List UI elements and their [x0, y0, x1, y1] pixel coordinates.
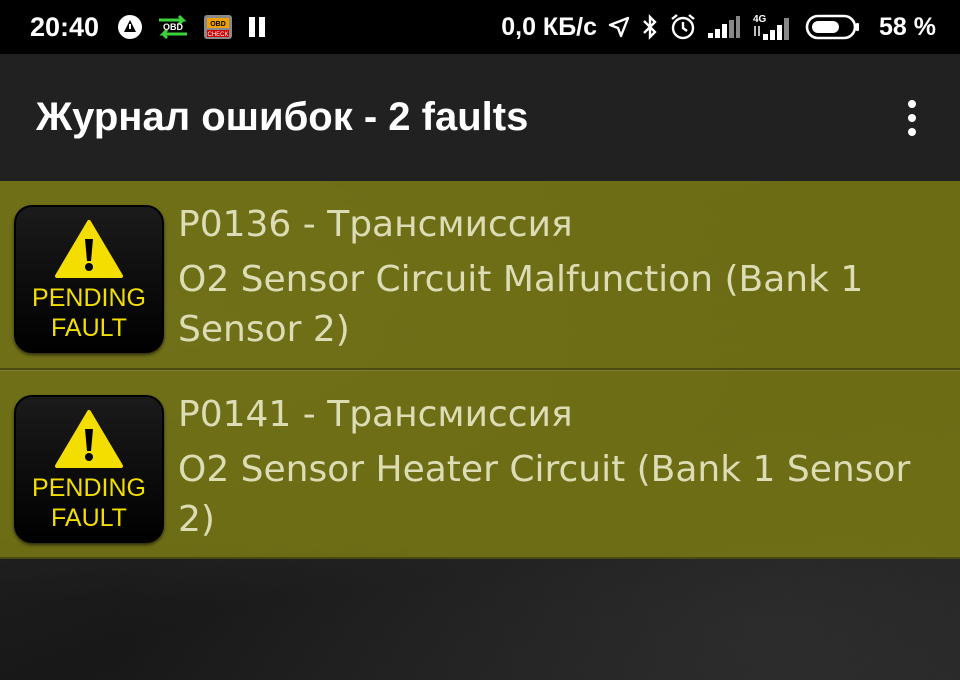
badge-line-fault: FAULT	[51, 504, 127, 532]
obd-small-label: OBD	[210, 21, 226, 28]
battery-percent: 58 %	[879, 12, 936, 41]
app-bar: Журнал ошибок - 2 faults	[0, 54, 960, 181]
battery-icon	[805, 13, 861, 41]
obd-transfer-icon: OBD	[157, 14, 189, 40]
fault-list: PENDING FAULT P0136 - Трансмиссия O2 Sen…	[0, 181, 960, 559]
bluetooth-icon	[641, 13, 659, 41]
signal-4g-icon: 4G	[751, 12, 795, 42]
fault-description: O2 Sensor Circuit Malfunction (Bank 1 Se…	[178, 259, 864, 350]
menu-dot	[908, 99, 916, 108]
status-bar: 20:40 OBD OBD CHECK 0,0 КБ/с 4G 58 %	[0, 0, 960, 54]
status-left: 20:40 OBD OBD CHECK	[30, 12, 281, 43]
pending-fault-badge: PENDING FAULT	[14, 205, 164, 353]
fault-text: P0141 - Трансмиссия O2 Sensor Heater Cir…	[178, 391, 948, 545]
check-label: CHECK	[208, 32, 229, 38]
page-title: Журнал ошибок - 2 faults	[36, 95, 529, 139]
menu-dot	[908, 127, 916, 136]
fault-code: P0136 - Трансмиссия	[178, 204, 573, 245]
alarm-icon	[669, 13, 697, 41]
badge-line-pending: PENDING	[32, 474, 146, 502]
more-vert-icon[interactable]	[902, 98, 922, 138]
fault-list-item[interactable]: PENDING FAULT P0141 - Трансмиссия O2 Sen…	[0, 370, 960, 559]
obd-check-icon: OBD CHECK	[203, 14, 233, 40]
status-right: 0,0 КБ/с 4G 58 %	[501, 12, 936, 42]
badge-line-pending: PENDING	[32, 284, 146, 312]
pending-fault-badge: PENDING FAULT	[14, 395, 164, 543]
fault-description: O2 Sensor Heater Circuit (Bank 1 Sensor …	[178, 449, 911, 540]
obd-label: OBD	[163, 22, 184, 32]
status-time: 20:40	[30, 11, 100, 42]
badge-text: PENDING FAULT	[32, 283, 146, 343]
network-speed: 0,0 КБ/с	[501, 12, 598, 41]
fault-text: P0136 - Трансмиссия O2 Sensor Circuit Ma…	[178, 201, 948, 355]
badge-line-fault: FAULT	[51, 314, 127, 342]
content-area: PENDING FAULT P0136 - Трансмиссия O2 Sen…	[0, 181, 960, 680]
location-icon	[607, 15, 631, 39]
warning-triangle-icon	[55, 220, 123, 278]
signal-icon	[707, 15, 741, 39]
fault-list-item[interactable]: PENDING FAULT P0136 - Трансмиссия O2 Sen…	[0, 181, 960, 370]
badge-text: PENDING FAULT	[32, 473, 146, 533]
menu-dot	[908, 113, 916, 122]
warning-triangle-icon	[55, 410, 123, 468]
alert-triangle-icon	[117, 14, 143, 40]
fault-code: P0141 - Трансмиссия	[178, 394, 573, 435]
network-type: 4G	[753, 14, 767, 25]
pause-icon	[247, 15, 267, 39]
